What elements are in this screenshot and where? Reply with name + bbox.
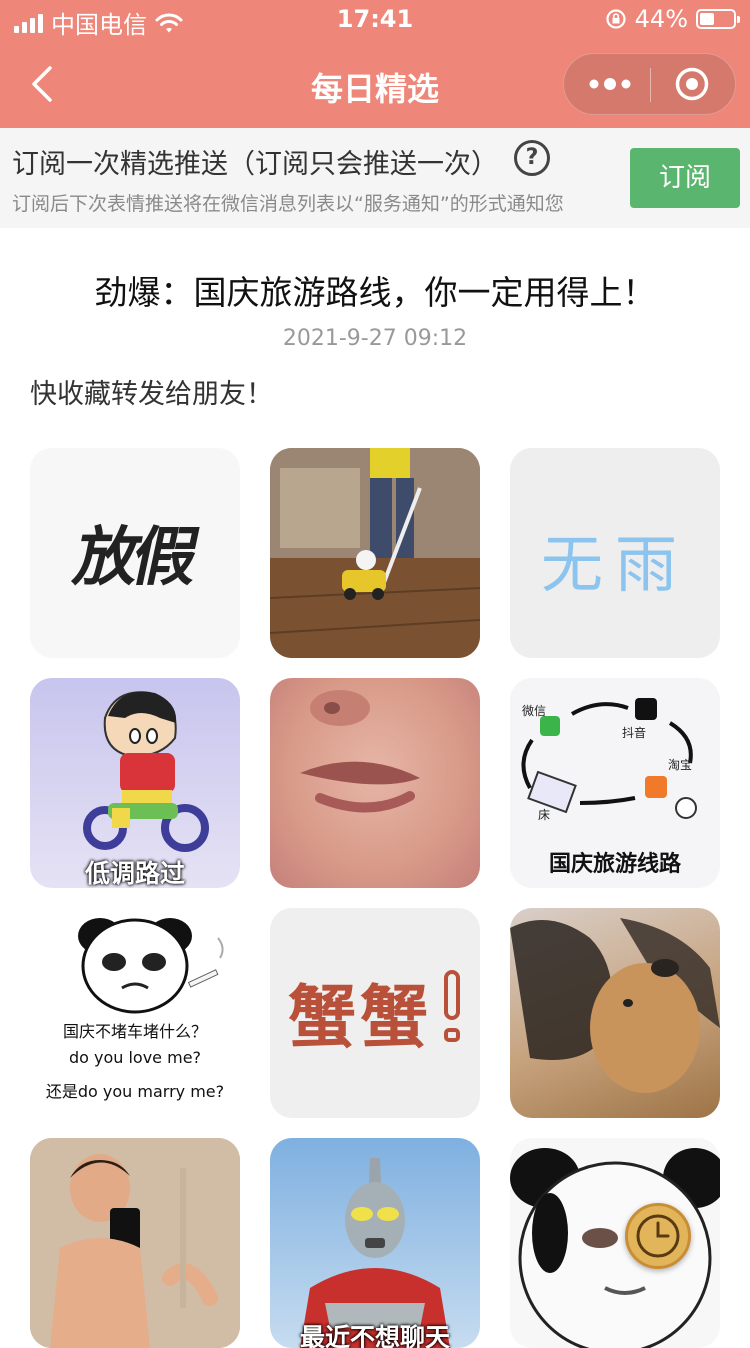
article-date: 2021-9-27 09:12: [282, 326, 468, 351]
dog-illustration: [510, 918, 720, 1093]
route-label-taobao: 淘宝: [668, 758, 693, 772]
subscribe-description: 订阅后下次表情推送将在微信消息列表以“服务通知”的形式通知您: [12, 193, 564, 215]
route-label-bed: 床: [538, 808, 551, 822]
sticker-text-fangjia[interactable]: 放假: [30, 448, 240, 658]
battery-icon: [696, 9, 740, 29]
help-icon[interactable]: ?: [514, 140, 550, 176]
article-title: 劲爆：国庆旅游路线，你一定用得上！: [94, 273, 656, 312]
sticker-holiday-route[interactable]: 微信 抖音 淘宝 床 国庆旅游线路: [510, 678, 720, 888]
sticker-kid-selfie[interactable]: [30, 1138, 240, 1348]
status-bar: 中国电信 17:41 44%: [0, 0, 750, 40]
route-label-wechat: 微信: [522, 704, 547, 718]
sticker-panda-smoking[interactable]: 国庆不堵车堵什么？ do you love me? 还是do you marry…: [30, 908, 240, 1118]
sticker-dog-hair[interactable]: [510, 908, 720, 1118]
sticker-caption: 最近不想聊天: [299, 1323, 450, 1348]
clock-icon: [636, 1214, 680, 1258]
panda-illustration: [78, 918, 224, 1014]
sticker-text-xiexie[interactable]: 蟹蟹: [270, 908, 480, 1118]
baby-face-illustration: [300, 690, 420, 813]
toy-car-illustration: [270, 448, 480, 658]
sticker-text: 无雨: [540, 528, 689, 601]
ultraman-illustration: [300, 1158, 450, 1348]
subscribe-title: 订阅一次精选推送（订阅只会推送一次）: [12, 149, 498, 180]
battery-percent: 44%: [634, 5, 688, 33]
panda-line-2: do you love me?: [68, 1048, 202, 1067]
more-dots-icon[interactable]: [588, 74, 632, 94]
route-label-douyin: 抖音: [622, 726, 647, 740]
sticker-grid: 放假 无雨 低调路过 微信 抖音 淘宝 床 国庆旅游线路 国庆不堵车堵什么？ d…: [30, 448, 720, 1348]
sticker-text: 放假: [67, 521, 200, 595]
sticker-text: 蟹蟹: [287, 979, 432, 1058]
kid-selfie-illustration: [30, 1138, 240, 1348]
clock-float-button[interactable]: [625, 1203, 691, 1269]
sticker-caption: 低调路过: [84, 859, 185, 888]
sticker-baby-crying[interactable]: [270, 678, 480, 888]
capsule-divider: [650, 68, 651, 102]
sticker-text-wuyu[interactable]: 无雨: [510, 448, 720, 658]
subscribe-button[interactable]: 订阅: [630, 148, 740, 208]
panda-line-3: 还是do you marry me?: [45, 1082, 225, 1101]
article-intro: 快收藏转发给朋友！: [30, 379, 273, 410]
panda-line-1: 国庆不堵车堵什么？: [62, 1022, 207, 1041]
mini-program-capsule: [563, 53, 736, 115]
status-right: 44%: [605, 5, 740, 33]
sticker-exclaim-dot: [444, 1028, 460, 1042]
subscribe-banner: 订阅一次精选推送（订阅只会推送一次） ? 订阅后下次表情推送将在微信消息列表以“…: [0, 128, 750, 228]
sticker-kid-toy-car[interactable]: [270, 448, 480, 658]
sticker-caption: 国庆旅游线路: [548, 852, 681, 877]
nav-bar: 每日精选: [0, 40, 750, 128]
sticker-shinchan-tricycle[interactable]: 低调路过: [30, 678, 240, 888]
target-close-icon[interactable]: [674, 66, 710, 102]
sticker-exclaim: [444, 970, 460, 1020]
rotation-lock-icon: [606, 9, 626, 29]
sticker-ultraman[interactable]: 最近不想聊天: [270, 1138, 480, 1348]
